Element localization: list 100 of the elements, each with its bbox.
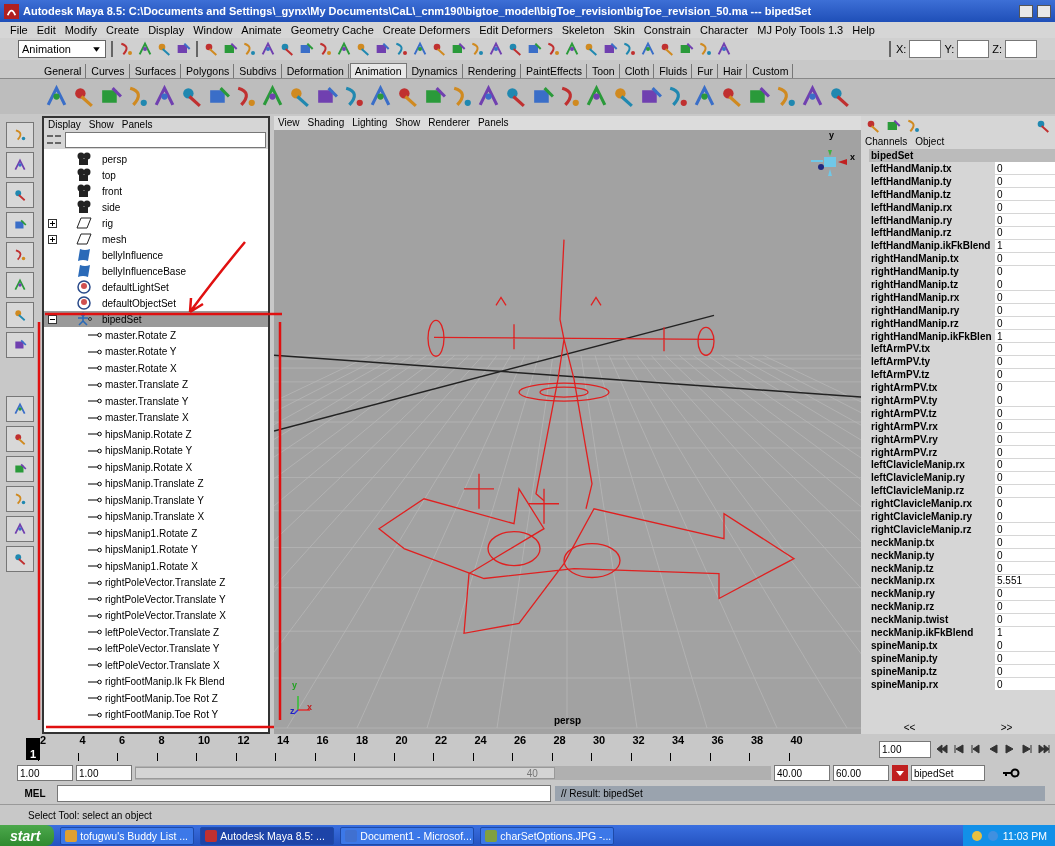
attribute-item[interactable]: hipsManip.Translate Z bbox=[44, 475, 268, 492]
status-tool-icon[interactable] bbox=[241, 41, 257, 57]
attribute-item[interactable]: leftPoleVector.Translate Y bbox=[44, 640, 268, 657]
channel-name[interactable]: rightHandManip.tx bbox=[869, 253, 995, 265]
channel-value[interactable]: 0 bbox=[995, 497, 1055, 510]
channel-name[interactable]: rightHandManip.tz bbox=[869, 278, 995, 290]
channel-name[interactable]: rightArmPV.tx bbox=[869, 382, 995, 394]
status-tool-icon[interactable] bbox=[659, 41, 675, 57]
channel-name[interactable]: rightArmPV.ry bbox=[869, 433, 995, 445]
tool-button[interactable] bbox=[6, 122, 34, 148]
channel-value[interactable]: 0 bbox=[995, 665, 1055, 678]
outliner-item[interactable]: mesh bbox=[44, 231, 268, 247]
menu-item[interactable]: MJ Poly Tools 1.3 bbox=[757, 24, 844, 36]
attribute-item[interactable]: hipsManip.Rotate Y bbox=[44, 442, 268, 459]
outliner-item[interactable]: side bbox=[44, 199, 268, 215]
channel-name[interactable]: rightClavicleManip.ry bbox=[869, 511, 995, 522]
attribute-item[interactable]: master.Translate Z bbox=[44, 376, 268, 393]
channel-box-tool-icon[interactable] bbox=[865, 118, 881, 134]
channel-name[interactable]: leftHandManip.ty bbox=[869, 175, 995, 187]
tool-button[interactable] bbox=[6, 242, 34, 268]
channel-value[interactable]: 0 bbox=[995, 652, 1055, 665]
channel-value[interactable]: 0 bbox=[995, 291, 1055, 304]
expand-icon[interactable] bbox=[48, 234, 57, 244]
end-time-field[interactable]: 60.00 bbox=[833, 765, 889, 781]
outliner-item[interactable]: bellyInfluenceBase bbox=[44, 263, 268, 279]
channel-value[interactable]: 0 bbox=[995, 201, 1055, 214]
channel-value[interactable]: 0 bbox=[995, 587, 1055, 600]
menu-item[interactable]: Constrain bbox=[643, 24, 691, 36]
status-tool-icon[interactable] bbox=[279, 41, 295, 57]
channel-name[interactable]: rightHandManip.rx bbox=[869, 291, 995, 303]
channel-name[interactable]: leftHandManip.tx bbox=[869, 162, 995, 174]
outliner-item[interactable]: bellyInfluence bbox=[44, 247, 268, 263]
channel-name[interactable]: neckManip.ry bbox=[869, 588, 995, 600]
shelf-tool-icon[interactable] bbox=[476, 84, 501, 109]
start-time-field[interactable]: 1.00 bbox=[17, 765, 73, 781]
channel-value[interactable]: 1 bbox=[995, 330, 1055, 342]
channel-value[interactable]: 0 bbox=[995, 188, 1055, 201]
channel-name[interactable]: rightClavicleManip.rz bbox=[869, 523, 995, 535]
filter-icon[interactable] bbox=[46, 133, 62, 147]
character-set-field[interactable]: bipedSet bbox=[911, 765, 985, 781]
outliner-item[interactable]: defaultLightSet bbox=[44, 279, 268, 295]
channel-name[interactable]: leftHandManip.ikFkBlend bbox=[869, 240, 995, 252]
attribute-item[interactable]: rightPoleVector.Translate Z bbox=[44, 574, 268, 591]
playback-button-icon[interactable] bbox=[935, 742, 949, 756]
attribute-item[interactable]: leftPoleVector.Translate Z bbox=[44, 624, 268, 641]
channel-name[interactable]: leftArmPV.ty bbox=[869, 356, 995, 368]
outliner-item[interactable]: front bbox=[44, 183, 268, 199]
menu-item[interactable]: Create Deformers bbox=[382, 24, 471, 36]
attribute-item[interactable]: hipsManip.Rotate Z bbox=[44, 426, 268, 443]
status-tool-icon[interactable] bbox=[118, 41, 134, 57]
channel-value[interactable]: 0 bbox=[995, 317, 1055, 330]
menu-item[interactable]: File bbox=[10, 24, 28, 36]
channel-name[interactable]: leftClavicleManip.rx bbox=[869, 459, 995, 471]
layout-icon[interactable] bbox=[13, 402, 27, 416]
channel-name[interactable]: neckManip.rz bbox=[869, 601, 995, 613]
outliner-menu[interactable]: Show bbox=[88, 119, 114, 130]
scroll-button[interactable]: << bbox=[903, 722, 916, 733]
menu-item[interactable]: Window bbox=[193, 24, 233, 36]
channel-value[interactable]: 0 bbox=[995, 458, 1055, 471]
minimize-button[interactable] bbox=[1019, 4, 1033, 18]
menu-item[interactable]: Help bbox=[852, 24, 875, 36]
shelf-tool-icon[interactable] bbox=[800, 84, 825, 109]
status-tool-icon[interactable] bbox=[507, 41, 523, 57]
coordinate-field[interactable] bbox=[1005, 40, 1037, 58]
attribute-item[interactable]: master.Rotate X bbox=[44, 360, 268, 377]
layout-button[interactable] bbox=[6, 396, 34, 422]
status-tool-icon[interactable] bbox=[336, 41, 352, 57]
outliner-item[interactable]: defaultObjectSet bbox=[44, 295, 268, 311]
menu-set-dropdown[interactable]: Animation bbox=[18, 40, 106, 58]
viewport-menu[interactable]: Panels bbox=[477, 117, 509, 129]
channel-value[interactable]: 0 bbox=[995, 446, 1055, 459]
channel-name[interactable]: leftArmPV.tx bbox=[869, 343, 995, 355]
status-tool-icon[interactable] bbox=[355, 41, 371, 57]
viewport[interactable]: y x y z x persp bbox=[274, 130, 861, 734]
channel-name[interactable]: rightArmPV.ty bbox=[869, 394, 995, 406]
restore-button[interactable] bbox=[1037, 4, 1051, 18]
channel-name[interactable]: neckManip.rx bbox=[869, 575, 995, 587]
tool-icon[interactable] bbox=[13, 278, 27, 292]
playback-start-field[interactable]: 1.00 bbox=[76, 765, 132, 781]
layout-icon[interactable] bbox=[13, 522, 27, 536]
viewport-menu[interactable]: Shading bbox=[307, 117, 345, 129]
tool-button[interactable] bbox=[6, 272, 34, 298]
channel-value[interactable]: 0 bbox=[995, 510, 1055, 523]
menu-item[interactable]: Animate bbox=[241, 24, 282, 36]
layout-icon[interactable] bbox=[13, 432, 27, 446]
taskbar-button[interactable]: tofugwu's Buddy List ... bbox=[60, 826, 195, 845]
command-language-label[interactable]: MEL bbox=[17, 787, 53, 799]
channel-value[interactable]: 0 bbox=[995, 226, 1055, 239]
outliner-item[interactable]: top bbox=[44, 167, 268, 183]
channel-value[interactable]: 0 bbox=[995, 523, 1055, 536]
channel-value[interactable]: 0 bbox=[995, 265, 1055, 278]
menu-item[interactable]: Geometry Cache bbox=[290, 24, 374, 36]
channel-value[interactable]: 0 bbox=[995, 433, 1055, 446]
channel-value[interactable]: 1 bbox=[995, 626, 1055, 639]
channel-value[interactable]: 0 bbox=[995, 252, 1055, 265]
attribute-item[interactable]: master.Rotate Y bbox=[44, 343, 268, 360]
status-tool-icon[interactable] bbox=[488, 41, 504, 57]
tool-icon[interactable] bbox=[13, 248, 27, 262]
attribute-item[interactable]: rightFootManip.Toe Rot Y bbox=[44, 706, 268, 723]
attribute-item[interactable]: rightFootManip.Toe Rot Z bbox=[44, 690, 268, 707]
